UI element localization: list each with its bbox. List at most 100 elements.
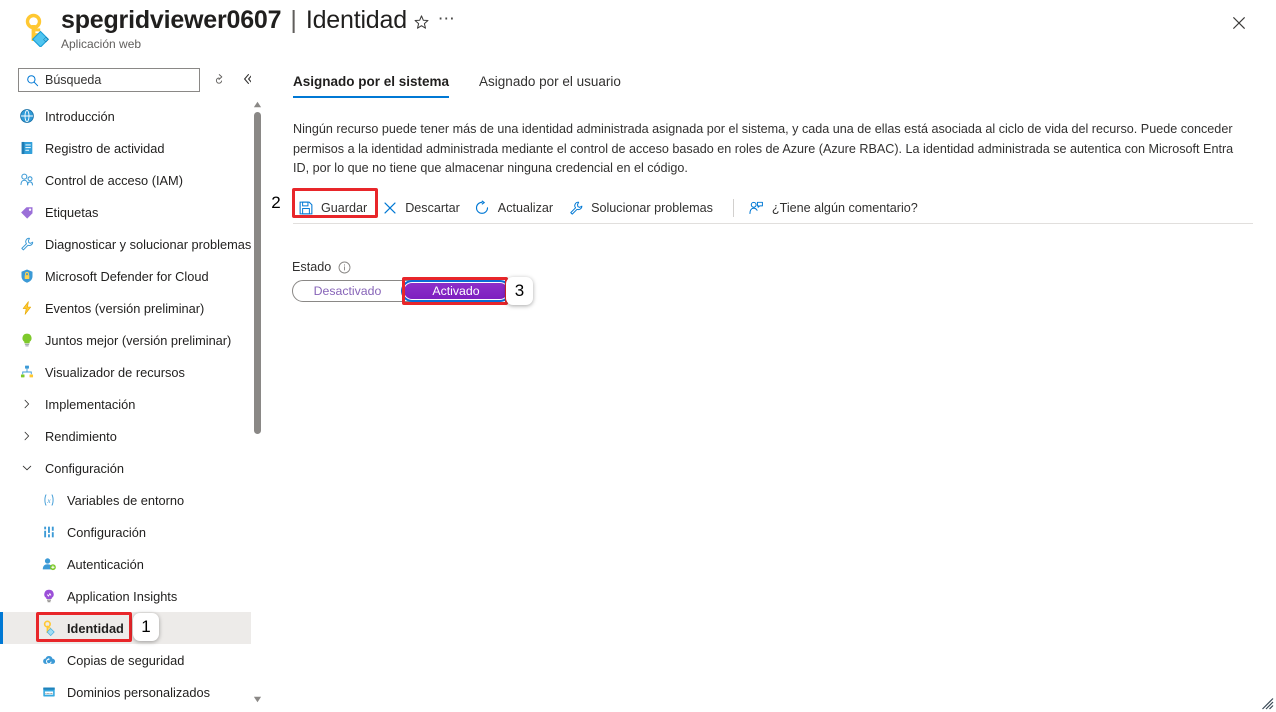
sidebar-item-label: Introducción [45,108,115,124]
annotation-badge-3: 3 [506,277,533,305]
search-icon [26,74,39,87]
azure-portal-blade: ◇ spegridviewer0607 | Identidad ⋯ Aplica… [0,0,1276,712]
status-toggle[interactable]: Desactivado Activado [292,280,511,302]
sidebar-item-label: Identidad [67,620,124,636]
ellipsis-icon[interactable]: ⋯ [436,10,458,33]
command-label: Descartar [405,201,460,215]
sidebar-group-implementacion[interactable]: Implementación [0,388,252,420]
sidebar-item-label: Eventos (versión preliminar) [45,300,205,316]
search-box[interactable] [18,68,200,92]
blade-sidebar: Introducción Registro de actividad [0,60,252,712]
refresh-icon[interactable] [212,72,228,88]
resize-grip[interactable] [1260,696,1274,710]
annotation-number: 3 [514,281,525,300]
sidebar-item-dominios-personalizados[interactable]: Dominios personalizados [0,676,252,708]
svg-text:x: x [46,496,51,505]
blade-header: ◇ spegridviewer0607 | Identidad ⋯ Aplica… [0,0,1276,60]
scroll-up-arrow-icon[interactable] [253,100,262,109]
tab-label: Asignado por el sistema [293,74,450,89]
sidebar-search-row [0,68,252,98]
shield-icon [18,267,36,285]
blade-section-name: Identidad [305,6,407,34]
tab-label: Asignado por el usuario [479,74,621,89]
variable-icon: x [40,491,58,509]
sidebar-group-configuracion[interactable]: Configuración [0,452,252,484]
sidebar-item-variables-de-entorno[interactable]: x Variables de entorno [0,484,252,516]
command-label: Guardar [321,201,368,215]
sidebar-item-defender-for-cloud[interactable]: Microsoft Defender for Cloud [0,260,252,292]
info-icon[interactable] [338,261,351,274]
sidebar-group-label: Rendimiento [45,428,117,444]
status-label-row: Estado [292,260,351,274]
resource-type-label: Aplicación web [61,37,142,51]
sidebar-item-control-de-acceso[interactable]: Control de acceso (IAM) [0,164,252,196]
refresh-icon [474,200,491,217]
lightning-icon [18,299,36,317]
sidebar-item-configuracion[interactable]: Configuración [0,516,252,548]
lightbulb-icon [18,331,36,349]
identity-description: Ningún recurso puede tener más de una id… [293,122,1234,175]
sidebar-item-label: Autenticación [67,556,144,572]
user-add-icon [40,555,58,573]
sidebar-item-label: Microsoft Defender for Cloud [45,268,209,284]
tab-asignado-por-el-usuario[interactable]: Asignado por el usuario [479,74,633,98]
command-bar: Guardar Descartar Actualizar Solucionar … [293,192,1253,224]
sidebar-item-diagnosticar[interactable]: Diagnosticar y solucionar problemas [0,228,252,260]
sidebar-item-visualizador-de-recursos[interactable]: Visualizador de recursos [0,356,252,388]
discard-button[interactable]: Descartar [377,194,470,222]
sidebar-nav-list: Introducción Registro de actividad Contr… [0,100,252,712]
chevron-right-icon [18,430,36,442]
app-insights-icon [40,587,58,605]
sidebar-item-etiquetas[interactable]: Etiquetas [0,196,252,228]
wrench-icon [18,235,36,253]
save-button[interactable]: Guardar [293,194,377,222]
page-title: spegridviewer0607 | Identidad [61,5,407,35]
status-label: Estado [292,260,332,274]
key-icon: ◇ [20,13,54,48]
feedback-person-icon [748,200,765,217]
status-toggle-on[interactable]: Activado [401,280,511,302]
chevron-down-icon [18,462,36,474]
tab-asignado-por-el-sistema[interactable]: Asignado por el sistema [293,74,461,98]
annotation-number: 1 [141,617,151,636]
sidebar-item-juntos-mejor[interactable]: Juntos mejor (versión preliminar) [0,324,252,356]
svg-text:◇: ◇ [43,37,49,44]
close-icon[interactable] [1226,10,1252,36]
sidebar-item-label: Control de acceso (IAM) [45,172,183,188]
sidebar-item-eventos[interactable]: Eventos (versión preliminar) [0,292,252,324]
sidebar-item-label: Visualizador de recursos [45,364,185,380]
sidebar-item-registro-de-actividad[interactable]: Registro de actividad [0,132,252,164]
feedback-button[interactable]: ¿Tiene algún comentario? [744,194,928,222]
sidebar-item-identidad[interactable]: Identidad [0,612,252,644]
annotation-badge-2: 2 [264,189,288,217]
globe-icon [18,107,36,125]
search-input[interactable] [45,73,185,87]
sidebar-group-label: Implementación [45,396,136,412]
sidebar-item-autenticacion[interactable]: Autenticación [0,548,252,580]
annotation-number: 2 [271,193,281,212]
sidebar-item-label: Dominios personalizados [67,684,210,700]
title-separator: | [290,6,297,34]
sidebar-item-copias-de-seguridad[interactable]: Copias de seguridad [0,644,252,676]
scrollbar-thumb[interactable] [254,112,261,434]
status-toggle-off[interactable]: Desactivado [293,281,402,301]
star-icon[interactable] [410,11,432,33]
sidebar-item-label: Configuración [67,524,146,540]
troubleshoot-button[interactable]: Solucionar problemas [563,194,723,222]
sidebar-item-introduccion[interactable]: Introducción [0,100,252,132]
scroll-down-arrow-icon[interactable] [253,695,262,704]
blade-content: Asignado por el sistema Asignado por el … [265,60,1276,712]
activity-log-icon [18,139,36,157]
resource-graph-icon [18,363,36,381]
sidebar-scrollbar[interactable] [251,60,264,712]
refresh-button[interactable]: Actualizar [470,194,563,222]
tag-icon [18,203,36,221]
sidebar-item-application-insights[interactable]: Application Insights [0,580,252,612]
key-icon [40,619,58,637]
backup-cloud-icon [40,651,58,669]
command-label: ¿Tiene algún comentario? [771,201,918,215]
sidebar-item-label: Registro de actividad [45,140,165,156]
sidebar-group-rendimiento[interactable]: Rendimiento [0,420,252,452]
settings-bars-icon [40,523,58,541]
command-label: Actualizar [497,201,554,215]
